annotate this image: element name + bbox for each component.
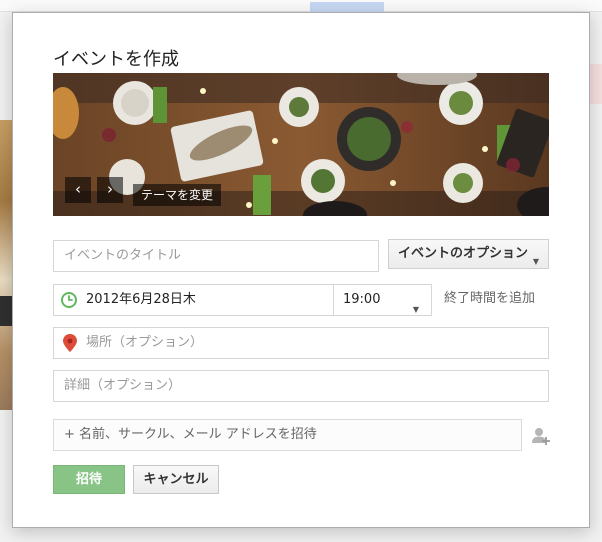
- add-end-time-link[interactable]: 終了時間を追加: [444, 284, 535, 316]
- map-pin-icon: [63, 334, 77, 352]
- location-input[interactable]: 場所（オプション）: [53, 327, 549, 359]
- banner-prev-button[interactable]: ‹: [65, 177, 91, 203]
- change-theme-button[interactable]: テーマを変更: [133, 184, 222, 206]
- event-date-input[interactable]: 2012年6月28日木: [53, 284, 334, 316]
- event-time-select[interactable]: 19:00 ▼: [333, 284, 432, 316]
- chevron-down-icon: ▼: [532, 257, 539, 266]
- background-photo-strip: [0, 120, 12, 410]
- event-options-button[interactable]: イベントのオプション ▼: [388, 239, 549, 269]
- background-right-strip: [590, 64, 602, 104]
- event-title-input[interactable]: イベントのタイトル: [53, 240, 379, 272]
- background-top-bar: [0, 0, 602, 12]
- invite-input[interactable]: + 名前、サークル、メール アドレスを招待: [53, 419, 522, 451]
- create-event-dialog: イベントを作成 ‹ › テーマを変更 イベントのタイトル イベントのオプション …: [12, 12, 590, 528]
- details-input[interactable]: 詳細（オプション）: [53, 370, 549, 402]
- event-options-label: イベントのオプション: [398, 246, 529, 261]
- clock-icon: [61, 292, 77, 308]
- add-person-icon[interactable]: [531, 426, 551, 446]
- cancel-button[interactable]: キャンセル: [133, 465, 219, 494]
- chevron-down-icon: ▼: [412, 305, 419, 314]
- background-dark-tab: [0, 296, 12, 326]
- dinner-table-photo: [53, 73, 549, 216]
- banner-next-button[interactable]: ›: [97, 177, 123, 203]
- background-top-button: [310, 2, 384, 12]
- theme-banner: ‹ › テーマを変更: [53, 73, 549, 216]
- dialog-title: イベントを作成: [53, 49, 179, 70]
- invite-button[interactable]: 招待: [53, 465, 125, 494]
- event-time-value: 19:00: [343, 292, 381, 307]
